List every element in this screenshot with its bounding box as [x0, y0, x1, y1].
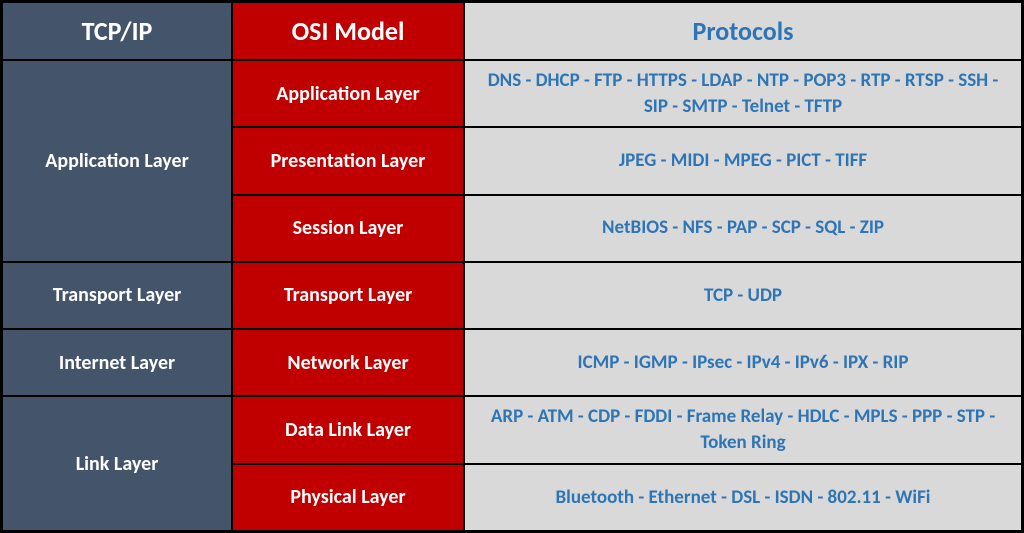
- protocols-presentation: JPEG - MIDI - MPEG - PICT - TIFF: [464, 127, 1022, 194]
- osi-transport-layer: Transport Layer: [232, 262, 464, 329]
- protocols-session: NetBIOS - NFS - PAP - SCP - SQL - ZIP: [464, 195, 1022, 262]
- protocols-network: ICMP - IGMP - IPsec - IPv4 - IPv6 - IPX …: [464, 329, 1022, 396]
- osi-presentation-layer: Presentation Layer: [232, 127, 464, 194]
- protocols-application: DNS - DHCP - FTP - HTTPS - LDAP - NTP - …: [464, 60, 1022, 127]
- osi-application-layer: Application Layer: [232, 60, 464, 127]
- osi-session-layer: Session Layer: [232, 195, 464, 262]
- header-protocols: Protocols: [464, 2, 1022, 60]
- protocols-datalink: ARP - ATM - CDP - FDDI - Frame Relay - H…: [464, 396, 1022, 463]
- osi-physical-layer: Physical Layer: [232, 464, 464, 531]
- layer-comparison-table: TCP/IP OSI Model Protocols Application L…: [0, 0, 1024, 533]
- osi-datalink-layer: Data Link Layer: [232, 396, 464, 463]
- header-tcpip: TCP/IP: [2, 2, 232, 60]
- tcpip-application-layer: Application Layer: [2, 60, 232, 262]
- tcpip-link-layer: Link Layer: [2, 396, 232, 531]
- protocols-physical: Bluetooth - Ethernet - DSL - ISDN - 802.…: [464, 464, 1022, 531]
- tcpip-internet-layer: Internet Layer: [2, 329, 232, 396]
- header-osi: OSI Model: [232, 2, 464, 60]
- protocols-transport: TCP - UDP: [464, 262, 1022, 329]
- tcpip-transport-layer: Transport Layer: [2, 262, 232, 329]
- osi-network-layer: Network Layer: [232, 329, 464, 396]
